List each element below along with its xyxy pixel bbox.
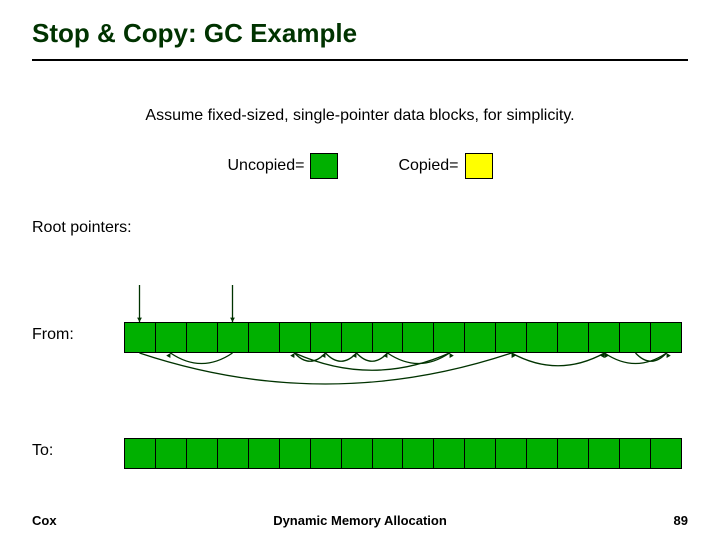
- to-cell: [496, 438, 527, 469]
- root-pointers-label: Root pointers:: [32, 219, 720, 237]
- to-cell: [342, 438, 373, 469]
- from-cell: [465, 322, 496, 353]
- from-cell: [651, 322, 682, 353]
- slide-footer: Cox Dynamic Memory Allocation 89: [0, 513, 720, 528]
- to-cell: [527, 438, 558, 469]
- legend: Uncopied= Copied=: [0, 153, 720, 179]
- legend-uncopied-label: Uncopied=: [228, 157, 305, 175]
- from-cell: [589, 322, 620, 353]
- from-cell: [249, 322, 280, 353]
- legend-copied: Copied=: [398, 153, 492, 179]
- to-cell: [373, 438, 404, 469]
- to-cell: [311, 438, 342, 469]
- from-cell: [403, 322, 434, 353]
- from-cell: [434, 322, 465, 353]
- title-underline: [32, 59, 688, 61]
- from-cell: [280, 322, 311, 353]
- assumption-text: Assume fixed-sized, single-pointer data …: [0, 107, 720, 125]
- to-cell: [125, 438, 156, 469]
- to-cell: [558, 438, 589, 469]
- from-space-bar: [124, 322, 682, 353]
- from-cell: [496, 322, 527, 353]
- copied-swatch: [465, 153, 493, 179]
- from-cell: [558, 322, 589, 353]
- pointer-arrows: [124, 285, 682, 425]
- from-cell: [156, 322, 187, 353]
- from-cell: [218, 322, 249, 353]
- to-cell: [465, 438, 496, 469]
- from-cell: [187, 322, 218, 353]
- to-cell: [218, 438, 249, 469]
- from-label: From:: [32, 326, 74, 344]
- to-cell: [280, 438, 311, 469]
- to-cell: [156, 438, 187, 469]
- from-cell: [342, 322, 373, 353]
- slide-title: Stop & Copy: GC Example: [0, 0, 720, 59]
- to-cell: [434, 438, 465, 469]
- to-cell: [187, 438, 218, 469]
- footer-title: Dynamic Memory Allocation: [0, 513, 720, 528]
- legend-copied-label: Copied=: [398, 157, 458, 175]
- legend-uncopied: Uncopied=: [228, 153, 339, 179]
- from-cell: [620, 322, 651, 353]
- to-cell: [249, 438, 280, 469]
- to-cell: [620, 438, 651, 469]
- from-cell: [527, 322, 558, 353]
- to-cell: [403, 438, 434, 469]
- uncopied-swatch: [310, 153, 338, 179]
- from-cell: [373, 322, 404, 353]
- to-cell: [651, 438, 682, 469]
- from-cell: [125, 322, 156, 353]
- to-space-bar: [124, 438, 682, 469]
- from-cell: [311, 322, 342, 353]
- to-cell: [589, 438, 620, 469]
- to-label: To:: [32, 442, 53, 460]
